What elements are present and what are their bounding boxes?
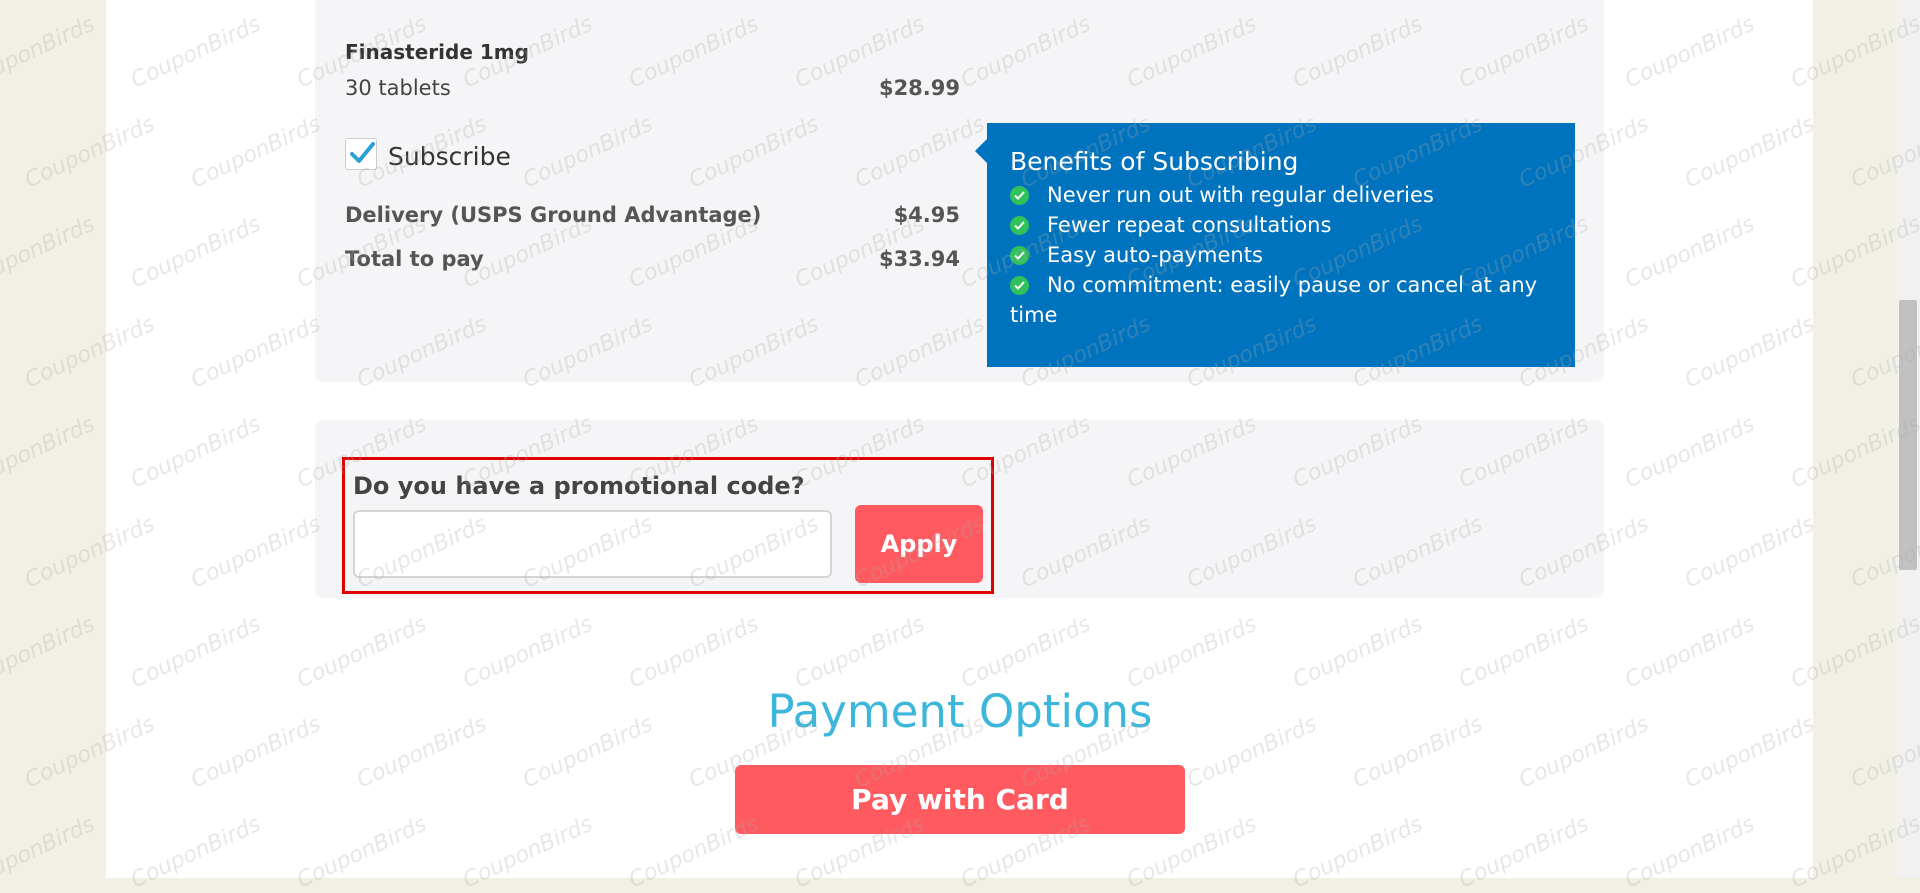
benefit-item: Never run out with regular deliveries — [1010, 180, 1551, 210]
benefit-item: Easy auto-payments — [1010, 240, 1551, 270]
apply-button[interactable]: Apply — [855, 505, 983, 583]
subscribe-label[interactable]: Subscribe — [388, 142, 511, 171]
check-circle-icon — [1010, 216, 1029, 235]
watermark-text: CouponBirds — [0, 211, 99, 294]
promo-code-input[interactable] — [353, 510, 832, 578]
benefit-text: Fewer repeat consultations — [1047, 213, 1332, 237]
benefit-text: Never run out with regular deliveries — [1047, 183, 1434, 207]
benefit-item: Fewer repeat consultations — [1010, 210, 1551, 240]
benefit-item: No commitment: easily pause or cancel at… — [1010, 270, 1551, 330]
product-price: $28.99 — [878, 76, 960, 100]
subscribe-checkbox[interactable] — [345, 138, 377, 170]
scrollbar[interactable] — [1896, 0, 1920, 878]
product-quantity: 30 tablets — [345, 76, 451, 100]
benefits-title: Benefits of Subscribing — [1010, 147, 1299, 176]
checkmark-icon — [350, 142, 375, 163]
delivery-label: Delivery (USPS Ground Advantage) — [345, 203, 762, 227]
total-label: Total to pay — [345, 247, 484, 271]
benefit-text: No commitment: easily pause or cancel at… — [1010, 273, 1538, 327]
check-circle-icon — [1010, 276, 1029, 295]
benefits-tooltip: Benefits of Subscribing Never run out wi… — [975, 123, 1575, 367]
pay-with-card-button[interactable]: Pay with Card — [735, 765, 1185, 834]
watermark-text: CouponBirds — [0, 11, 99, 94]
delivery-value: $4.95 — [893, 203, 960, 227]
check-circle-icon — [1010, 246, 1029, 265]
watermark-text: CouponBirds — [0, 411, 99, 494]
product-name: Finasteride 1mg — [345, 40, 529, 64]
watermark-text: CouponBirds — [0, 811, 99, 893]
payment-options-title: Payment Options — [767, 685, 1153, 738]
benefit-text: Easy auto-payments — [1047, 243, 1263, 267]
scrollbar-thumb[interactable] — [1899, 300, 1917, 570]
watermark-text: CouponBirds — [0, 611, 99, 694]
check-circle-icon — [1010, 186, 1029, 205]
promo-code-label: Do you have a promotional code? — [353, 472, 805, 500]
total-value: $33.94 — [878, 247, 960, 271]
